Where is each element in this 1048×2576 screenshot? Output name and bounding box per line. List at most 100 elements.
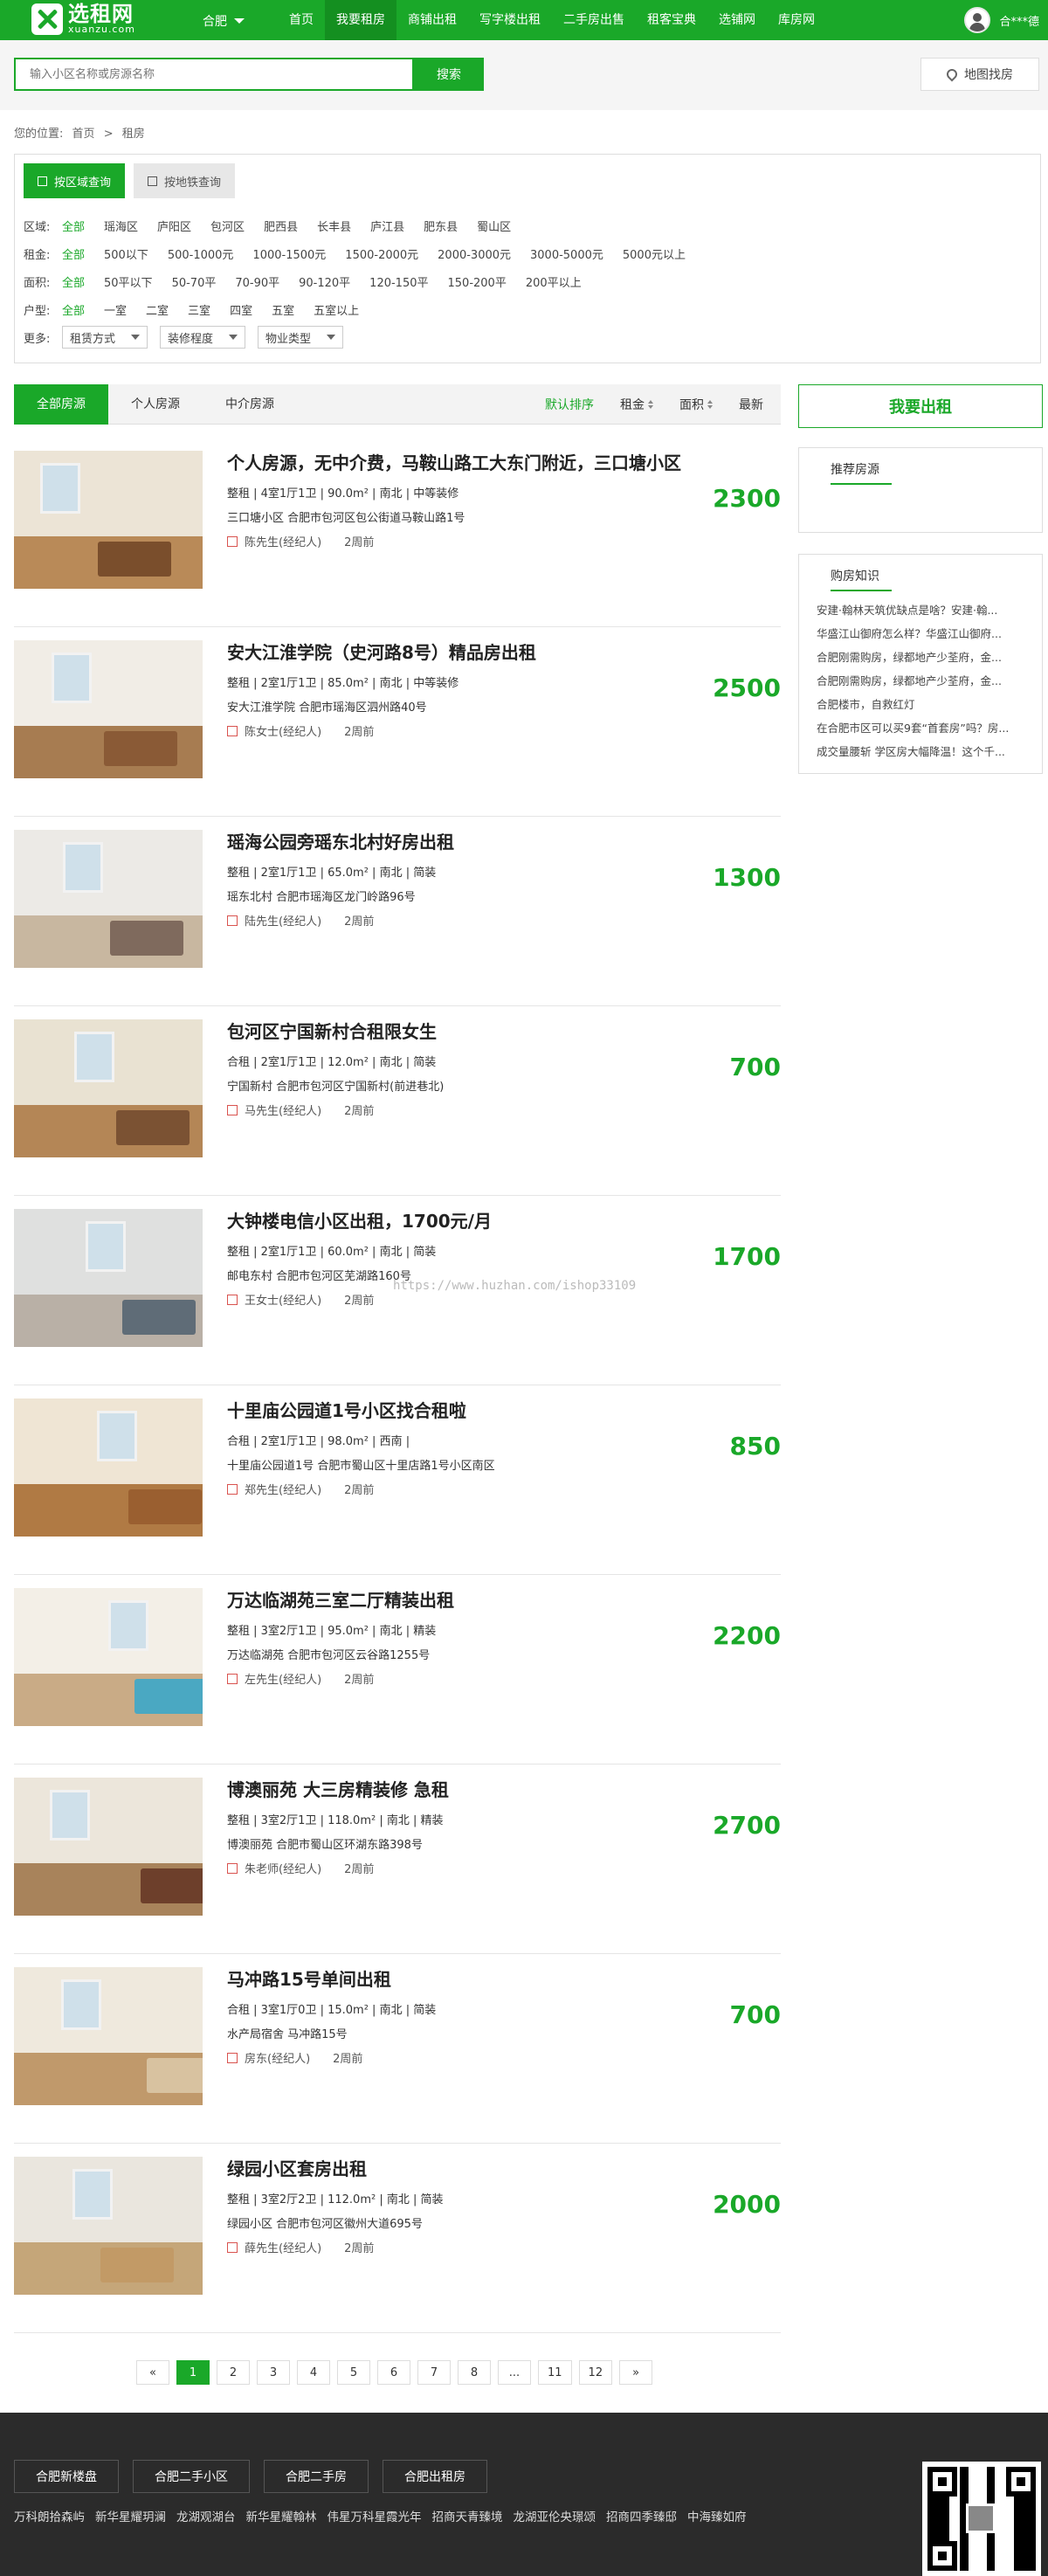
filter-option[interactable]: 2000-3000元 — [438, 245, 511, 262]
avatar[interactable] — [964, 7, 991, 33]
listing-photo[interactable] — [14, 1967, 203, 2105]
filter-option[interactable]: 全部 — [62, 218, 85, 234]
filter-option[interactable]: 150-200平 — [448, 273, 507, 290]
filter-option[interactable]: 长丰县 — [317, 218, 351, 234]
user-name[interactable]: 合***德 — [999, 12, 1039, 29]
listing-title[interactable]: 马冲路15号单间出租 — [227, 1965, 391, 1991]
page-button[interactable]: ... — [498, 2360, 531, 2385]
listing-title[interactable]: 个人房源，无中介费，马鞍山路工大东门附近，三口塘小区 — [227, 449, 681, 474]
listing-title[interactable]: 大钟楼电信小区出租，1700元/月 — [227, 1207, 492, 1233]
footer-tab-new-homes[interactable]: 合肥新楼盘 — [14, 2460, 119, 2493]
listing-title[interactable]: 十里庙公园道1号小区找合租啦 — [227, 1397, 466, 1422]
search-button[interactable]: 搜索 — [414, 58, 484, 91]
listing-item[interactable]: 个人房源，无中介费，马鞍山路工大东门附近，三口塘小区 整租 | 4室1厅1卫 | … — [14, 439, 781, 627]
listing-photo[interactable] — [14, 451, 203, 589]
prev-page-button[interactable]: « — [136, 2360, 169, 2385]
listing-title[interactable]: 绿园小区套房出租 — [227, 2155, 367, 2180]
page-button[interactable]: 3 — [257, 2360, 290, 2385]
tab-by-subway[interactable]: 按地铁查询 — [134, 163, 236, 198]
tab-all-listings[interactable]: 全部房源 — [14, 384, 108, 425]
filter-option[interactable]: 5000元以上 — [623, 245, 686, 262]
nav-rent[interactable]: 我要租房 — [325, 0, 396, 40]
page-button[interactable]: 12 — [578, 2360, 613, 2385]
page-button[interactable]: 6 — [377, 2360, 410, 2385]
publish-rental-button[interactable]: 我要出租 — [798, 384, 1043, 428]
filter-option[interactable]: 肥东县 — [424, 218, 458, 234]
footer-link[interactable]: 新华星耀玥澜 — [95, 2507, 166, 2524]
filter-option[interactable]: 500以下 — [104, 245, 148, 262]
page-button[interactable]: 2 — [217, 2360, 250, 2385]
search-input[interactable] — [14, 58, 414, 91]
page-button[interactable]: 1 — [176, 2360, 210, 2385]
footer-tab-rentals[interactable]: 合肥出租房 — [383, 2460, 487, 2493]
filter-option[interactable]: 全部 — [62, 301, 85, 318]
footer-link[interactable]: 新华星耀翰林 — [246, 2507, 317, 2524]
listing-photo[interactable] — [14, 640, 203, 778]
filter-option[interactable]: 全部 — [62, 245, 85, 262]
knowledge-link[interactable]: 华盛江山御府怎么样？华盛江山御府... — [817, 622, 1028, 646]
page-button[interactable]: 8 — [458, 2360, 491, 2385]
listing-photo[interactable] — [14, 2157, 203, 2295]
nav-shop-rent[interactable]: 商铺出租 — [396, 0, 468, 40]
nav-home[interactable]: 首页 — [278, 0, 325, 40]
select-property-type[interactable]: 物业类型 — [258, 326, 343, 349]
footer-link[interactable]: 龙湖观湖台 — [176, 2507, 236, 2524]
filter-option[interactable]: 包河区 — [210, 218, 245, 234]
footer-link[interactable]: 招商天青臻境 — [432, 2507, 503, 2524]
filter-option[interactable]: 1000-1500元 — [252, 245, 326, 262]
filter-option[interactable]: 肥西县 — [264, 218, 298, 234]
listing-photo[interactable] — [14, 1398, 203, 1537]
page-button[interactable]: 7 — [417, 2360, 451, 2385]
sort-area[interactable]: 面积 — [679, 396, 713, 413]
listing-item[interactable]: 安大江淮学院（史河路8号）精品房出租 整租 | 2室1厅1卫 | 85.0m² |… — [14, 628, 781, 817]
listing-item[interactable]: 十里庙公园道1号小区找合租啦 合租 | 2室1厅1卫 | 98.0m² | 西南 … — [14, 1386, 781, 1575]
footer-link[interactable]: 招商四季臻邸 — [606, 2507, 677, 2524]
listing-title[interactable]: 瑶海公园旁瑶东北村好房出租 — [227, 828, 454, 853]
page-button[interactable]: 5 — [337, 2360, 370, 2385]
knowledge-link[interactable]: 成交量腰斩 学区房大幅降温！这个千... — [817, 740, 1028, 763]
filter-option[interactable]: 120-150平 — [369, 273, 428, 290]
listing-photo[interactable] — [14, 1778, 203, 1916]
site-logo[interactable]: 选租网 xuanzu.com — [31, 3, 135, 35]
filter-option[interactable]: 70-90平 — [235, 273, 279, 290]
listing-photo[interactable] — [14, 1588, 203, 1726]
filter-option[interactable]: 一室 — [104, 301, 127, 318]
footer-link[interactable]: 中海臻如府 — [687, 2507, 747, 2524]
sort-latest[interactable]: 最新 — [739, 396, 763, 413]
knowledge-link[interactable]: 合肥刚需购房，绿都地产少荃府，金... — [817, 669, 1028, 693]
breadcrumb-home[interactable]: 首页 — [72, 128, 95, 141]
filter-option[interactable]: 50-70平 — [172, 273, 217, 290]
footer-tab-communities[interactable]: 合肥二手小区 — [133, 2460, 250, 2493]
listing-photo[interactable] — [14, 830, 203, 968]
filter-option[interactable]: 二室 — [146, 301, 169, 318]
listing-item[interactable]: 瑶海公园旁瑶东北村好房出租 整租 | 2室1厅1卫 | 65.0m² | 南北 |… — [14, 818, 781, 1006]
page-button[interactable]: 11 — [538, 2360, 572, 2385]
filter-option[interactable]: 90-120平 — [299, 273, 350, 290]
sort-rent[interactable]: 租金 — [620, 396, 653, 413]
next-page-button[interactable]: » — [619, 2360, 653, 2385]
knowledge-link[interactable]: 在合肥市区可以买9套“首套房”吗？房... — [817, 716, 1028, 740]
nav-second-hand[interactable]: 二手房出售 — [552, 0, 636, 40]
filter-option[interactable]: 50平以下 — [104, 273, 153, 290]
filter-option[interactable]: 全部 — [62, 273, 85, 290]
listing-title[interactable]: 包河区宁国新村合租限女生 — [227, 1018, 437, 1043]
listing-photo[interactable] — [14, 1209, 203, 1347]
user-menu[interactable]: 合***德 — [964, 7, 1039, 33]
filter-option[interactable]: 五室 — [272, 301, 294, 318]
listing-photo[interactable] — [14, 1019, 203, 1157]
nav-tenant-guide[interactable]: 租客宝典 — [636, 0, 707, 40]
listing-item[interactable]: 马冲路15号单间出租 合租 | 3室1厅0卫 | 15.0m² | 南北 | 简装… — [14, 1955, 781, 2144]
filter-option[interactable]: 1500-2000元 — [345, 245, 418, 262]
nav-warehouse[interactable]: 库房网 — [767, 0, 826, 40]
listing-item[interactable]: 包河区宁国新村合租限女生 合租 | 2室1厅1卫 | 12.0m² | 南北 | … — [14, 1007, 781, 1196]
listing-title[interactable]: 博澳丽苑 大三房精装修 急租 — [227, 1776, 449, 1801]
filter-option[interactable]: 四室 — [230, 301, 252, 318]
select-rent-mode[interactable]: 租赁方式 — [62, 326, 148, 349]
sort-default[interactable]: 默认排序 — [545, 396, 594, 413]
listing-item[interactable]: 万达临湖苑三室二厅精装出租 整租 | 3室2厅1卫 | 95.0m² | 南北 |… — [14, 1576, 781, 1765]
filter-option[interactable]: 五室以上 — [314, 301, 359, 318]
filter-option[interactable]: 庐江县 — [370, 218, 404, 234]
page-button[interactable]: 4 — [297, 2360, 330, 2385]
select-decoration[interactable]: 装修程度 — [160, 326, 245, 349]
footer-link[interactable]: 龙湖亚伦央璟颂 — [514, 2507, 596, 2524]
